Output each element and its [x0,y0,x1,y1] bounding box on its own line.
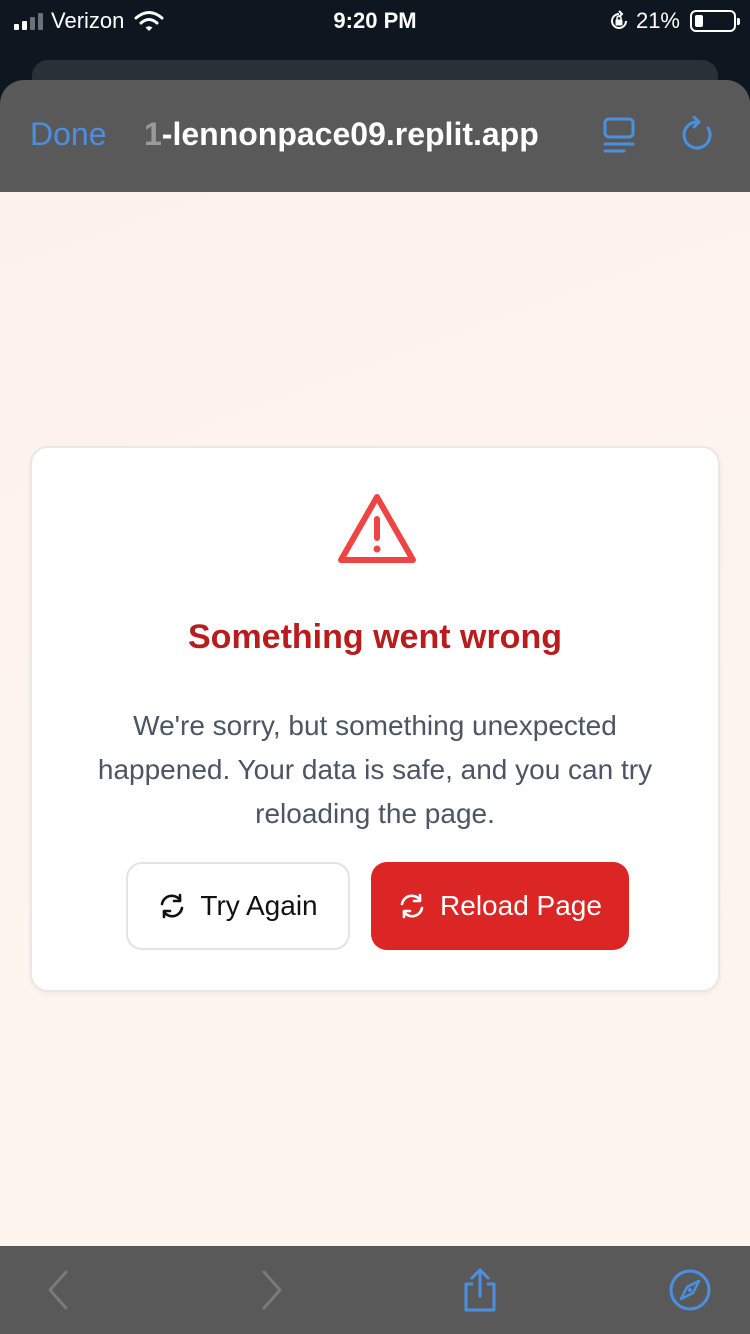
status-right: 21% [608,8,740,34]
refresh-icon [400,893,424,919]
orientation-lock-icon [610,10,627,29]
url-faded-part: 1 [144,116,162,152]
error-title: Something went wrong [188,618,562,656]
reader-view-icon[interactable] [602,116,636,156]
web-content: Something went wrong We're sorry, but so… [0,192,750,1246]
refresh-icon [161,893,184,919]
reload-page-button[interactable]: Reload Page [371,862,629,950]
try-again-label: Try Again [200,890,318,921]
battery-level [695,15,703,27]
battery-percent: 21% [635,8,680,33]
try-again-button[interactable]: Try Again [126,862,350,950]
back-arrow-icon[interactable] [38,1268,82,1312]
browser-header: Done 1-lennonpace09.replit.app [0,80,750,192]
url-main-part: -lennonpace09.replit.app [161,116,539,152]
forward-arrow-icon[interactable] [250,1268,294,1312]
warning-triangle-icon [338,494,416,563]
battery-icon [690,10,740,32]
reload-page-label: Reload Page [440,890,602,921]
error-message: We're sorry, but something unexpected ha… [97,710,653,829]
status-bar: Verizon 9:20 PM 21% [0,0,750,40]
error-card: Something went wrong We're sorry, but so… [30,446,720,992]
url-display[interactable]: 1-lennonpace09.replit.app [144,116,539,153]
safari-compass-icon[interactable] [668,1268,712,1312]
done-button[interactable]: Done [30,116,107,153]
bottom-toolbar [0,1246,750,1334]
reload-icon[interactable] [678,116,716,154]
share-icon[interactable] [458,1268,502,1312]
